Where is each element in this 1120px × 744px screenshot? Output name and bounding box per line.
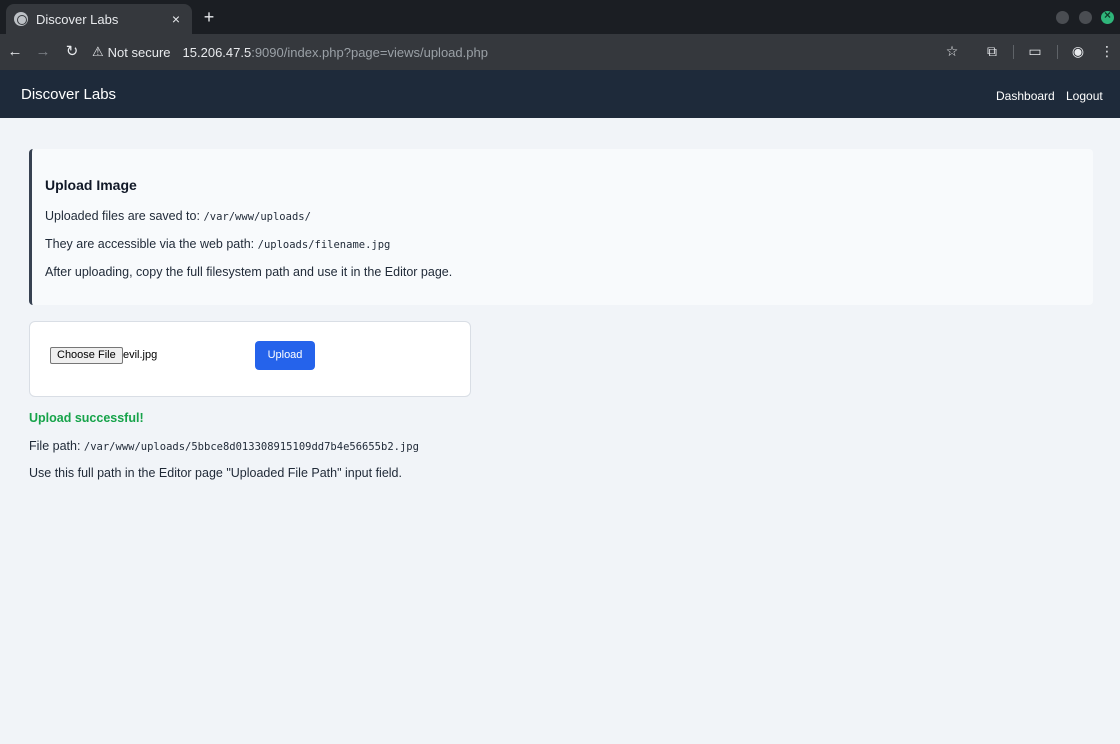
nav-link-dashboard[interactable]: Dashboard [996,89,1055,103]
bookmark-star-icon[interactable]: ☆ [942,41,962,61]
site-brand[interactable]: Discover Labs [21,86,116,103]
profile-icon[interactable]: ◉ [1068,41,1088,61]
forward-arrow-icon[interactable]: → [32,41,54,63]
site-navbar: Discover Labs Dashboard Logout [0,70,1120,118]
browser-tab[interactable]: Discover Labs × [6,4,192,34]
upload-button[interactable]: Upload [255,341,315,370]
minimize-button[interactable] [1056,11,1069,24]
upload-form: Choose File evil.jpg Upload [29,321,471,397]
url-path: :9090/index.php?page=views/upload.php [251,44,488,60]
info-line-save-location: Uploaded files are saved to: /var/www/up… [45,209,311,223]
browser-tabstrip: Discover Labs × + [0,0,1120,34]
menu-kebab-icon[interactable]: ⋮ [1097,41,1117,61]
selected-file-name: evil.jpg [123,349,158,361]
upload-info-panel: Upload Image Uploaded files are saved to… [29,149,1093,305]
save-path-code: /var/www/uploads/ [203,211,311,223]
url-host: 15.206.47.5 [182,44,252,60]
editor-instruction: Use this full path in the Editor page "U… [29,466,402,480]
address-bar[interactable]: ⚠ Not secure 15.206.47.5 :9090/index.php… [92,38,972,66]
new-tab-button[interactable]: + [200,8,218,26]
security-label[interactable]: Not secure [108,45,171,60]
extensions-icon[interactable]: ⧉ [982,41,1002,61]
back-arrow-icon[interactable]: ← [4,41,26,63]
toolbar-divider [1013,45,1014,59]
choose-file-button[interactable]: Choose File [50,347,123,364]
info-line-instruction: After uploading, copy the full filesyste… [45,265,453,279]
file-path-label: File path: [29,439,84,453]
info-line-web-path: They are accessible via the web path: /u… [45,237,391,251]
web-path-code: /uploads/filename.jpg [257,239,391,251]
tab-close-button[interactable]: × [168,11,184,27]
file-path-line: File path: /var/www/uploads/5bbce8d01330… [29,439,419,453]
reload-icon[interactable]: ↻ [61,41,83,63]
maximize-button[interactable] [1079,11,1092,24]
page-title: Upload Image [45,177,137,193]
nav-link-logout[interactable]: Logout [1066,89,1103,103]
globe-icon [14,12,28,26]
file-path-value: /var/www/uploads/5bbce8d013308915109dd7b… [83,441,419,453]
close-window-button[interactable] [1101,8,1114,24]
upload-status-message: Upload successful! [29,411,144,425]
warning-icon: ⚠ [92,44,104,59]
toolbar-divider [1057,45,1058,59]
tab-title: Discover Labs [36,11,119,27]
media-search-icon[interactable]: ▭ [1025,41,1045,61]
